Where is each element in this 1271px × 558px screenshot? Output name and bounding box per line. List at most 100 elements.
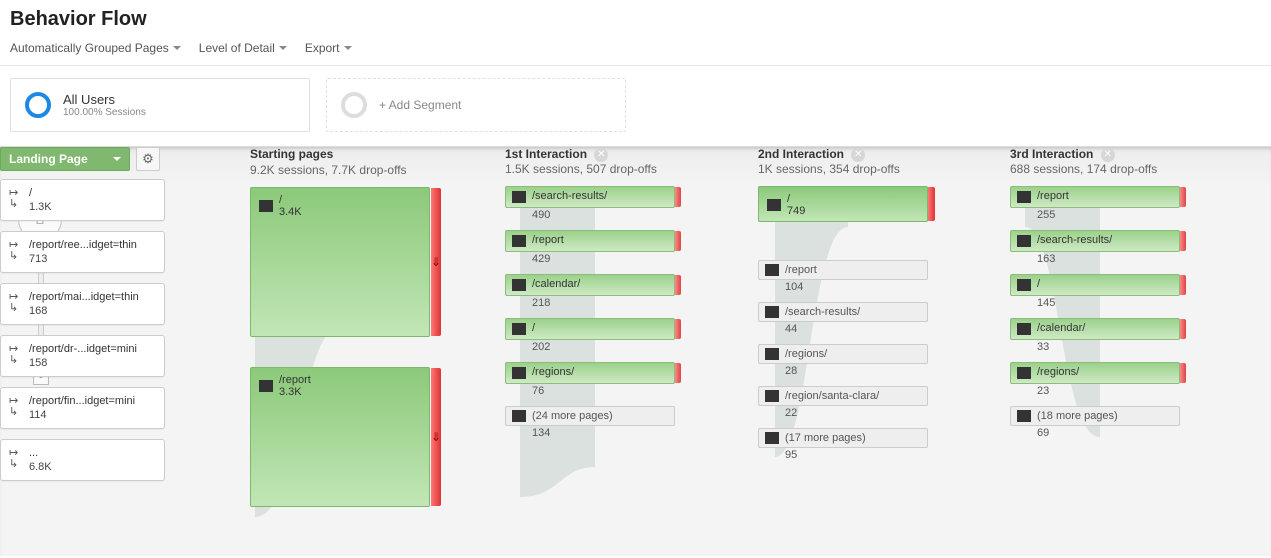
flow-node[interactable]: /report255 [1010, 186, 1180, 208]
segment-subtitle: 100.00% Sessions [63, 107, 146, 118]
page-icon [765, 306, 779, 318]
page-icon [512, 191, 526, 203]
export-dropdown[interactable]: Export [305, 41, 352, 55]
column-3rd-interaction: 3rd Interaction ✕ 688 sessions, 174 drop… [1010, 147, 1200, 444]
column-subheader: 1.5K sessions, 507 drop-offs [505, 162, 695, 176]
gear-icon[interactable]: ⚙ [136, 147, 160, 171]
flow-node[interactable]: /calendar/33 [1010, 318, 1180, 340]
column-header: Starting pages [250, 147, 450, 161]
flow-node[interactable]: (17 more pages)95 [758, 428, 928, 448]
node-title: /report/mai...idget=thin [29, 290, 139, 304]
column-header: 2nd Interaction [758, 147, 844, 161]
landing-node[interactable]: ↦↳/1.3K [0, 179, 165, 221]
node-title: /search-results/ [1037, 235, 1112, 246]
node-value: 69 [1037, 427, 1049, 439]
landing-node[interactable]: ↦↳/report/ree...idget=thin713 [0, 231, 165, 273]
node-value: 163 [1037, 253, 1055, 265]
page-icon [765, 348, 779, 360]
dropoff-bar [675, 187, 681, 207]
close-icon[interactable]: ✕ [851, 148, 865, 162]
landing-page-dimension-select[interactable]: Landing Page [0, 147, 130, 171]
add-segment-button[interactable]: + Add Segment [326, 78, 626, 132]
node-title: / [1037, 279, 1040, 290]
landing-node[interactable]: ↦↳/report/dr-...idget=mini158 [0, 335, 165, 377]
dropoff-bar [928, 187, 935, 221]
node-title: /regions/ [785, 348, 827, 360]
add-segment-label: + Add Segment [379, 98, 461, 112]
node-title: /search-results/ [785, 306, 860, 318]
flow-node[interactable]: /regions/23 [1010, 362, 1180, 384]
flow-node[interactable]: /regions/76 [505, 362, 675, 384]
node-value: 6.8K [29, 460, 52, 474]
segment-circle-icon [25, 92, 51, 118]
column-subheader: 9.2K sessions, 7.7K drop-offs [250, 163, 450, 177]
flow-node[interactable]: /search-results/44 [758, 302, 928, 322]
node-value: 134 [532, 427, 550, 439]
flow-node[interactable]: /calendar/218 [505, 274, 675, 296]
level-of-detail-label: Level of Detail [199, 41, 275, 55]
node-value: 145 [1037, 297, 1055, 309]
flow-node[interactable]: /search-results/163 [1010, 230, 1180, 252]
flow-node[interactable]: /report429 [505, 230, 675, 252]
segments-row: All Users 100.00% Sessions + Add Segment [0, 66, 1271, 146]
flow-node[interactable]: (18 more pages)69 [1010, 406, 1180, 426]
level-of-detail-dropdown[interactable]: Level of Detail [199, 41, 287, 55]
node-title: /region/santa-clara/ [785, 390, 879, 402]
node-title: /regions/ [1037, 367, 1079, 378]
node-value: 749 [787, 205, 805, 217]
flow-arrows-icon: ↦↳ [9, 448, 23, 470]
segment-all-users[interactable]: All Users 100.00% Sessions [10, 78, 310, 132]
landing-node[interactable]: ↦↳/report/mai...idget=thin168 [0, 283, 165, 325]
flow-node[interactable]: /145 [1010, 274, 1180, 296]
column-subheader: 688 sessions, 174 drop-offs [1010, 162, 1200, 176]
dropoff-bar [675, 363, 681, 383]
node-value: 158 [29, 356, 137, 370]
flow-node[interactable]: /search-results/490 [505, 186, 675, 208]
flow-node[interactable]: /202 [505, 318, 675, 340]
node-title: /report/fin...idget=mini [29, 394, 135, 408]
dropoff-bar [1180, 275, 1186, 295]
close-icon[interactable]: ✕ [1101, 148, 1115, 162]
node-value: 104 [785, 281, 803, 293]
flow-node[interactable]: /report104 [758, 260, 928, 280]
node-value: 490 [532, 209, 550, 221]
node-title: (17 more pages) [785, 432, 866, 444]
node-title: /regions/ [532, 367, 574, 378]
dropoff-bar [1180, 187, 1186, 207]
node-title: /report/ree...idget=thin [29, 238, 137, 252]
landing-node[interactable]: ↦↳...6.8K [0, 439, 165, 481]
flow-node[interactable]: (24 more pages)134 [505, 406, 675, 426]
node-value: 114 [29, 408, 135, 422]
node-value: 3.4K [279, 206, 302, 218]
node-value: 218 [532, 297, 550, 309]
close-icon[interactable]: ✕ [594, 148, 608, 162]
node-title: / [29, 186, 52, 200]
node-title: / [532, 323, 535, 334]
column-header: 3rd Interaction [1010, 147, 1093, 161]
node-title: ... [29, 446, 52, 460]
export-label: Export [305, 41, 340, 55]
node-value: 3.3K [279, 386, 302, 398]
flow-arrows-icon: ↦↳ [9, 292, 23, 314]
page-icon [1017, 410, 1031, 422]
grouped-pages-dropdown[interactable]: Automatically Grouped Pages [10, 41, 181, 55]
flow-arrows-icon: ↦↳ [9, 188, 23, 210]
page-icon [1017, 323, 1031, 335]
flow-node[interactable]: /749 [758, 186, 928, 222]
node-title: /report [532, 235, 564, 246]
grouped-pages-label: Automatically Grouped Pages [10, 41, 169, 55]
landing-node[interactable]: ↦↳/report/fin...idget=mini114 [0, 387, 165, 429]
page-icon [512, 323, 526, 335]
controls-toolbar: Automatically Grouped Pages Level of Det… [0, 35, 1271, 66]
dropoff-bar [1180, 363, 1186, 383]
flow-node[interactable]: /report3.3K⇓ [250, 367, 430, 507]
column-header: 1st Interaction [505, 147, 587, 161]
flow-node[interactable]: /3.4K⇓ [250, 187, 430, 337]
page-icon [1017, 279, 1031, 291]
flow-node[interactable]: /regions/28 [758, 344, 928, 364]
node-title: /report [279, 374, 311, 386]
column-2nd-interaction: 2nd Interaction ✕ 1K sessions, 354 drop-… [758, 147, 948, 466]
flow-canvas[interactable]: ‹ ⌂ › + - Landing Page ⚙ ↦↳/1.3K↦↳/repor… [0, 146, 1271, 556]
chevron-down-icon [173, 46, 181, 50]
flow-node[interactable]: /region/santa-clara/22 [758, 386, 928, 406]
